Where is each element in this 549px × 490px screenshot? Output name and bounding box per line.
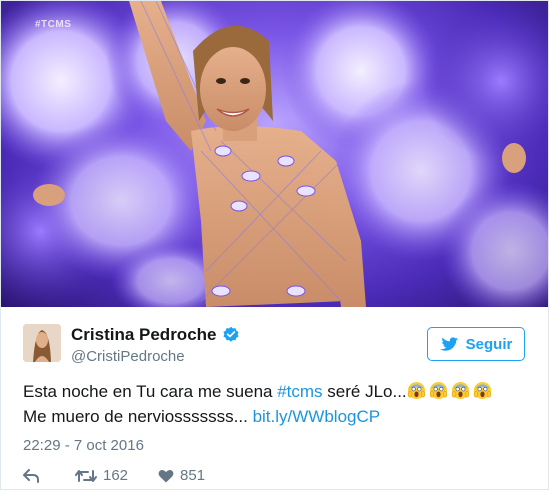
photo-illustration [1, 1, 548, 307]
url-link[interactable]: bit.ly/WWblogCP [253, 407, 381, 426]
tweet-photo[interactable]: #TCMS [1, 1, 548, 307]
reply-button[interactable] [23, 468, 45, 483]
tweet-card: #TCMS Cristina Pedroche @CristiPedroche [0, 0, 549, 490]
heart-icon [158, 469, 174, 482]
face-screaming-in-fear-icon [473, 381, 491, 400]
emoji-group [407, 381, 495, 401]
verified-badge-icon [222, 326, 240, 344]
avatar-image [23, 324, 61, 362]
follow-button-label: Seguir [465, 335, 513, 353]
user-handle[interactable]: @CristiPedroche [71, 348, 185, 365]
tweet-text-part: Me muero de nerviosssssss... [23, 407, 253, 426]
face-screaming-in-fear-icon [429, 381, 447, 400]
like-button[interactable]: 851 [158, 467, 205, 484]
tweet-text-part: Esta noche en Tu cara me suena [23, 382, 278, 401]
like-count: 851 [180, 467, 206, 484]
display-name[interactable]: Cristina Pedroche [71, 325, 217, 345]
twitter-bird-icon [439, 336, 458, 352]
retweet-button[interactable]: 162 [75, 467, 128, 484]
tv-watermark: #TCMS [35, 19, 72, 30]
name-row: Cristina Pedroche [71, 325, 240, 345]
tweet-actions: 162 851 [23, 467, 235, 484]
tweet-text: Esta noche en Tu cara me suena #tcms ser… [23, 379, 533, 429]
tweet-text-part: seré JLo... [322, 382, 407, 401]
retweet-icon [75, 469, 97, 482]
reply-icon [23, 468, 39, 483]
face-screaming-in-fear-icon [451, 381, 469, 400]
tweet-header: Cristina Pedroche @CristiPedroche Seguir [1, 307, 548, 367]
hashtag-link[interactable]: #tcms [277, 382, 322, 401]
face-screaming-in-fear-icon [407, 381, 425, 400]
retweet-count: 162 [103, 467, 129, 484]
follow-button[interactable]: Seguir [427, 327, 525, 361]
tweet-timestamp[interactable]: 22:29 - 7 oct 2016 [23, 437, 144, 454]
avatar[interactable] [23, 324, 61, 362]
